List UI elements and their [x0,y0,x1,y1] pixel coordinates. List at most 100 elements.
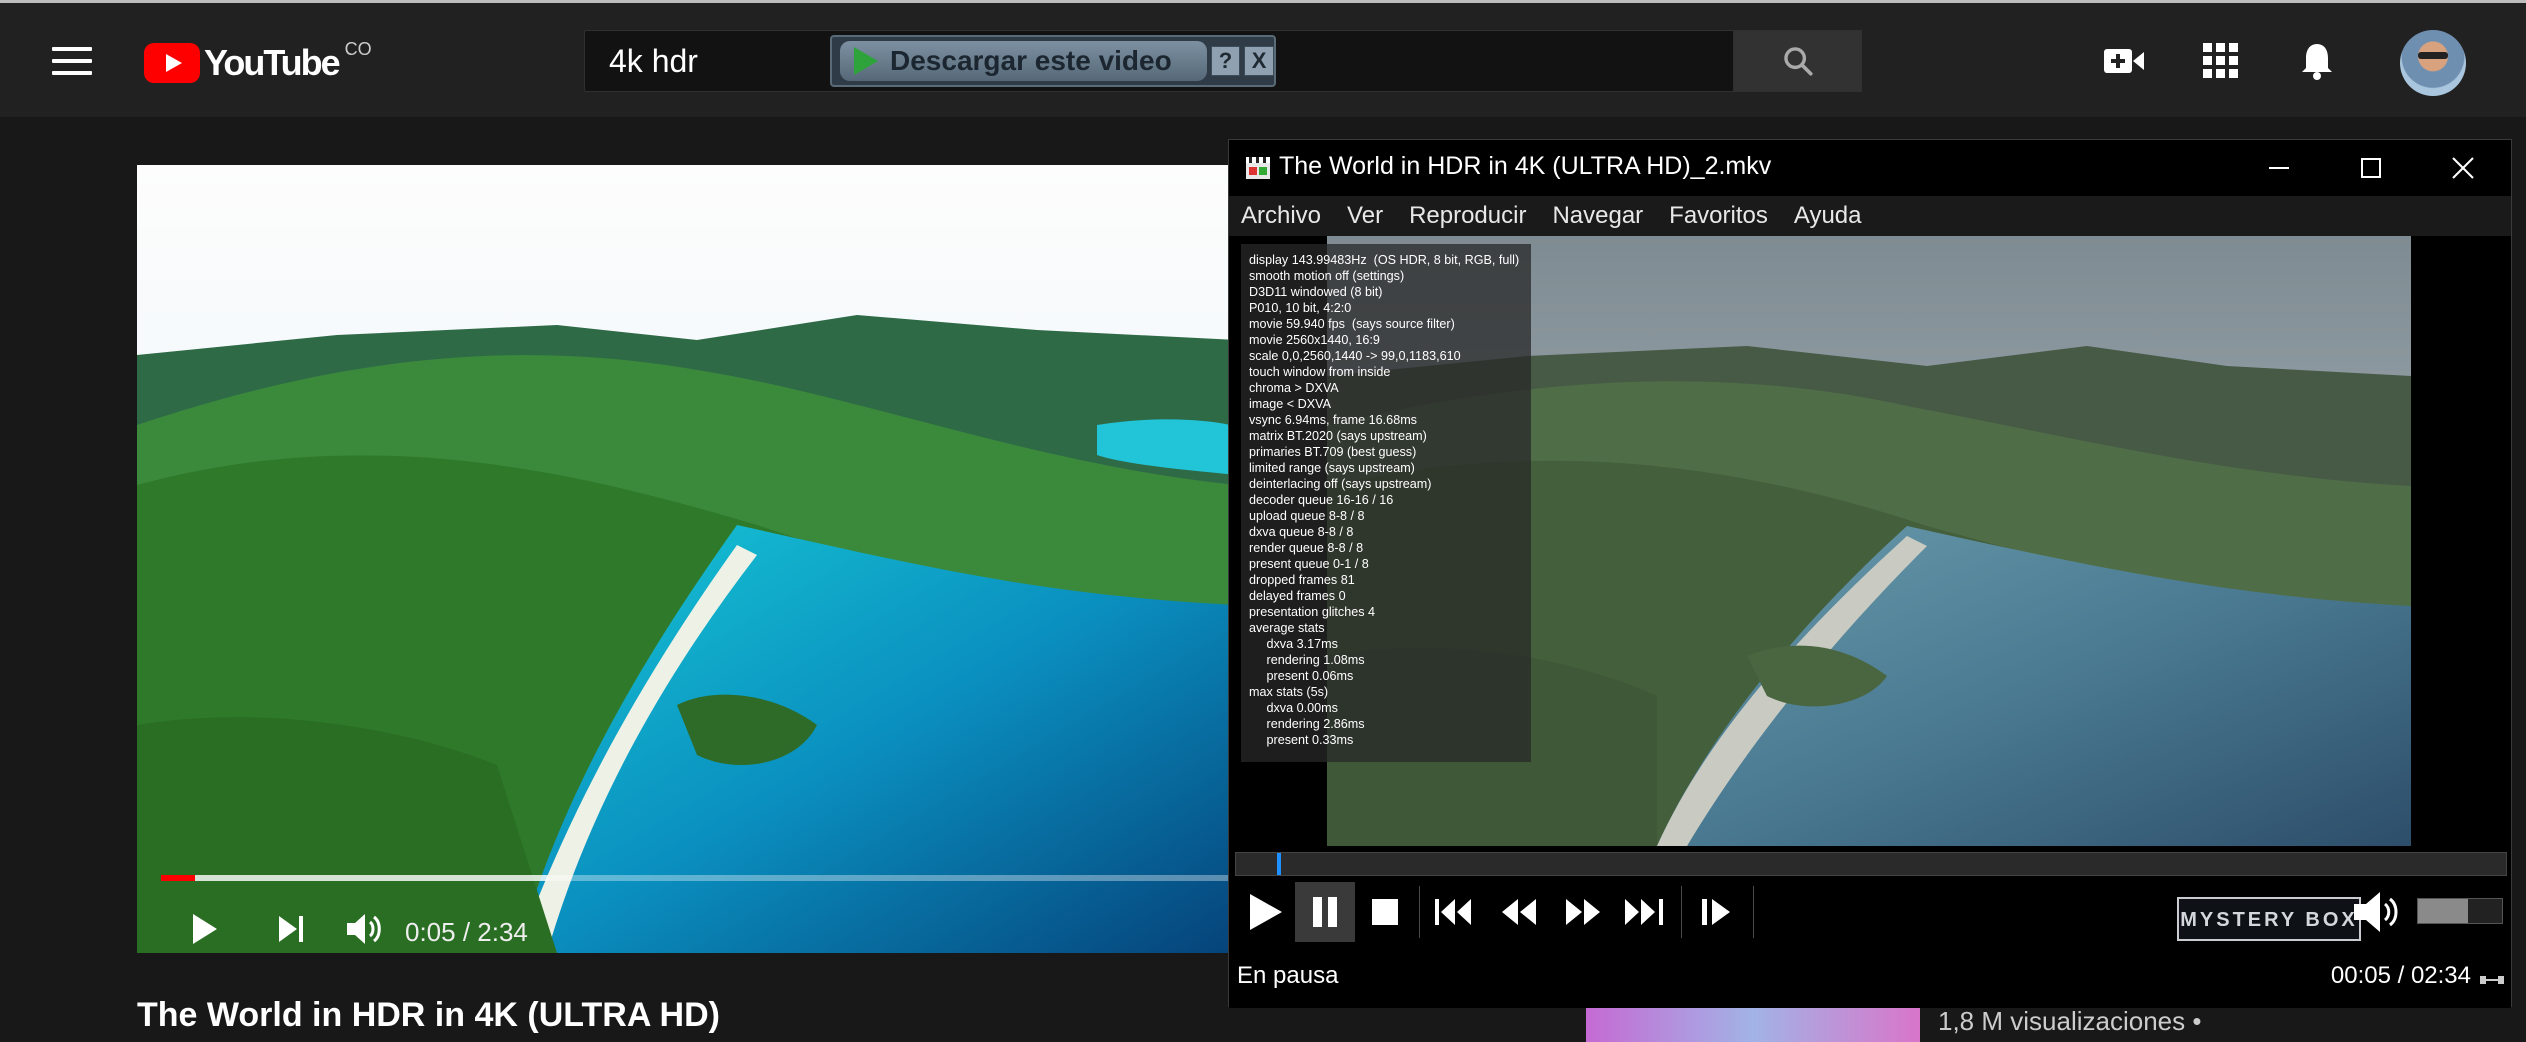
notifications-bell-icon[interactable] [2293,37,2341,85]
renderer-stats-overlay: display 143.99483Hz (OS HDR, 8 bit, RGB,… [1241,244,1531,762]
volume-icon [347,914,381,944]
country-code: CO [344,38,372,59]
frame-step-icon [1702,899,1730,925]
recommended-video-views: 1,8 M visualizaciones • [1938,1006,2202,1036]
play-icon [1250,894,1282,930]
youtube-header: YouTube CO Descargar este video ? X [0,3,2526,117]
stats-line: present queue 0-1 / 8 [1249,557,1369,571]
watermark-text: MYSTERY BOX [2180,909,2357,931]
stats-line: limited range (says upstream) [1249,461,1415,475]
menu-archivo[interactable]: Archivo [1241,202,1321,230]
video-title: The World in HDR in 4K (ULTRA HD) [137,996,720,1034]
skip-previous-icon [1435,899,1471,925]
create-video-icon[interactable] [2100,37,2148,85]
media-player-titlebar[interactable]: The World in HDR in 4K (ULTRA HD)_2.mkv [1229,140,2511,196]
avatar[interactable] [2400,30,2466,96]
stats-line: D3D11 windowed (8 bit) [1249,285,1383,299]
stats-line: delayed frames 0 [1249,589,1346,603]
menu-ayuda[interactable]: Ayuda [1794,202,1862,230]
download-help-button[interactable]: ? [1210,46,1241,76]
pause-button[interactable] [1295,882,1355,942]
download-video-button[interactable]: Descargar este video [840,41,1207,81]
stats-line: dropped frames 81 [1249,573,1355,587]
seek-bar[interactable] [1235,852,2507,876]
maximize-icon [2361,158,2381,178]
stats-line: P010, 10 bit, 4:2:0 [1249,301,1352,315]
speaker-icon [2354,892,2398,932]
stats-line: rendering 2.86ms [1249,717,1365,731]
recommended-video-thumbnail[interactable] [1586,1007,1920,1042]
stats-line: average stats [1249,621,1325,635]
mystery-box-watermark: MYSTERY BOX [2177,897,2361,941]
stats-line: presentation glitches 4 [1249,605,1376,619]
progress-buffered [161,875,549,881]
next-button[interactable] [1615,882,1675,942]
separator [1419,886,1420,938]
volume-button[interactable] [341,901,391,953]
download-close-button[interactable]: X [1244,46,1275,76]
separator [1681,886,1682,938]
stats-line: image < DXVA [1249,397,1332,411]
menu-navegar[interactable]: Navegar [1552,202,1643,230]
stats-line: present 0.06ms [1249,669,1354,683]
volume-slider[interactable] [2417,898,2503,924]
download-arrow-icon [854,47,878,75]
rewind-button[interactable] [1489,882,1549,942]
stats-line: max stats (5s) [1249,685,1329,699]
menu-ver[interactable]: Ver [1347,202,1383,230]
stats-line: display 143.99483Hz (OS HDR, 8 bit, RGB,… [1249,253,1520,267]
stats-line: smooth motion off (settings) [1249,269,1405,283]
stop-button[interactable] [1355,882,1415,942]
clapperboard-icon [1246,157,1270,179]
pause-icon [1313,897,1337,927]
frame-step-button[interactable] [1687,882,1747,942]
apps-grid-icon[interactable] [2197,37,2245,85]
status-bar: En pausa 00:05 / 02:34 [1229,948,2511,1008]
playback-time: 00:05 / 02:34 [2330,962,2471,989]
fast-forward-icon [1566,899,1600,925]
next-button[interactable] [269,901,313,953]
stats-line: scale 0,0,2560,1440 -> 99,0,1183,610 [1249,349,1461,363]
minimize-icon [2269,167,2289,169]
play-button[interactable] [1235,882,1295,942]
stats-line: render queue 8-8 / 8 [1249,541,1364,555]
previous-button[interactable] [1425,882,1485,942]
volume-level [2418,899,2469,923]
youtube-logo[interactable]: YouTube CO [144,38,372,85]
stats-line: vsync 6.94ms, frame 16.68ms [1249,413,1417,427]
time-display: 0:05 / 2:34 [405,917,528,947]
stats-line: deinterlacing off (says upstream) [1249,477,1432,491]
stats-line: decoder queue 16-16 / 16 [1249,493,1394,507]
menu-favoritos[interactable]: Favoritos [1669,202,1768,230]
playback-status: En pausa [1237,962,1339,989]
download-label: Descargar este video [890,45,1172,76]
fast-forward-button[interactable] [1553,882,1613,942]
search-icon [1784,47,1813,76]
play-button[interactable] [183,901,227,953]
maximize-button[interactable] [2325,140,2417,196]
window-title: The World in HDR in 4K (ULTRA HD)_2.mkv [1279,152,1772,180]
stats-line: movie 59.940 fps (says source filter) [1249,317,1455,331]
seek-position[interactable] [1276,853,1281,875]
search-button[interactable] [1734,30,1862,92]
skip-next-icon [1625,899,1663,925]
rewind-icon [1502,899,1536,925]
menu-icon[interactable] [52,47,92,79]
stats-line: present 0.33ms [1249,733,1354,747]
youtube-play-logo-icon [144,43,200,83]
video-frame-aerial-island [137,165,1237,953]
play-icon [193,914,217,944]
minimize-button[interactable] [2233,140,2325,196]
menu-reproducir[interactable]: Reproducir [1409,202,1526,230]
media-player-window: The World in HDR in 4K (ULTRA HD)_2.mkv … [1228,139,2512,1008]
youtube-video-player[interactable]: 0:05 / 2:34 [137,165,1237,953]
close-icon [2452,157,2474,179]
separator [1753,886,1754,938]
close-button[interactable] [2417,140,2509,196]
stop-icon [1372,899,1398,925]
stats-line: matrix BT.2020 (says upstream) [1249,429,1427,443]
logo-text: YouTube [204,42,341,83]
stats-line: rendering 1.08ms [1249,653,1365,667]
progress-played [161,875,196,881]
mute-button[interactable] [2349,882,2409,942]
